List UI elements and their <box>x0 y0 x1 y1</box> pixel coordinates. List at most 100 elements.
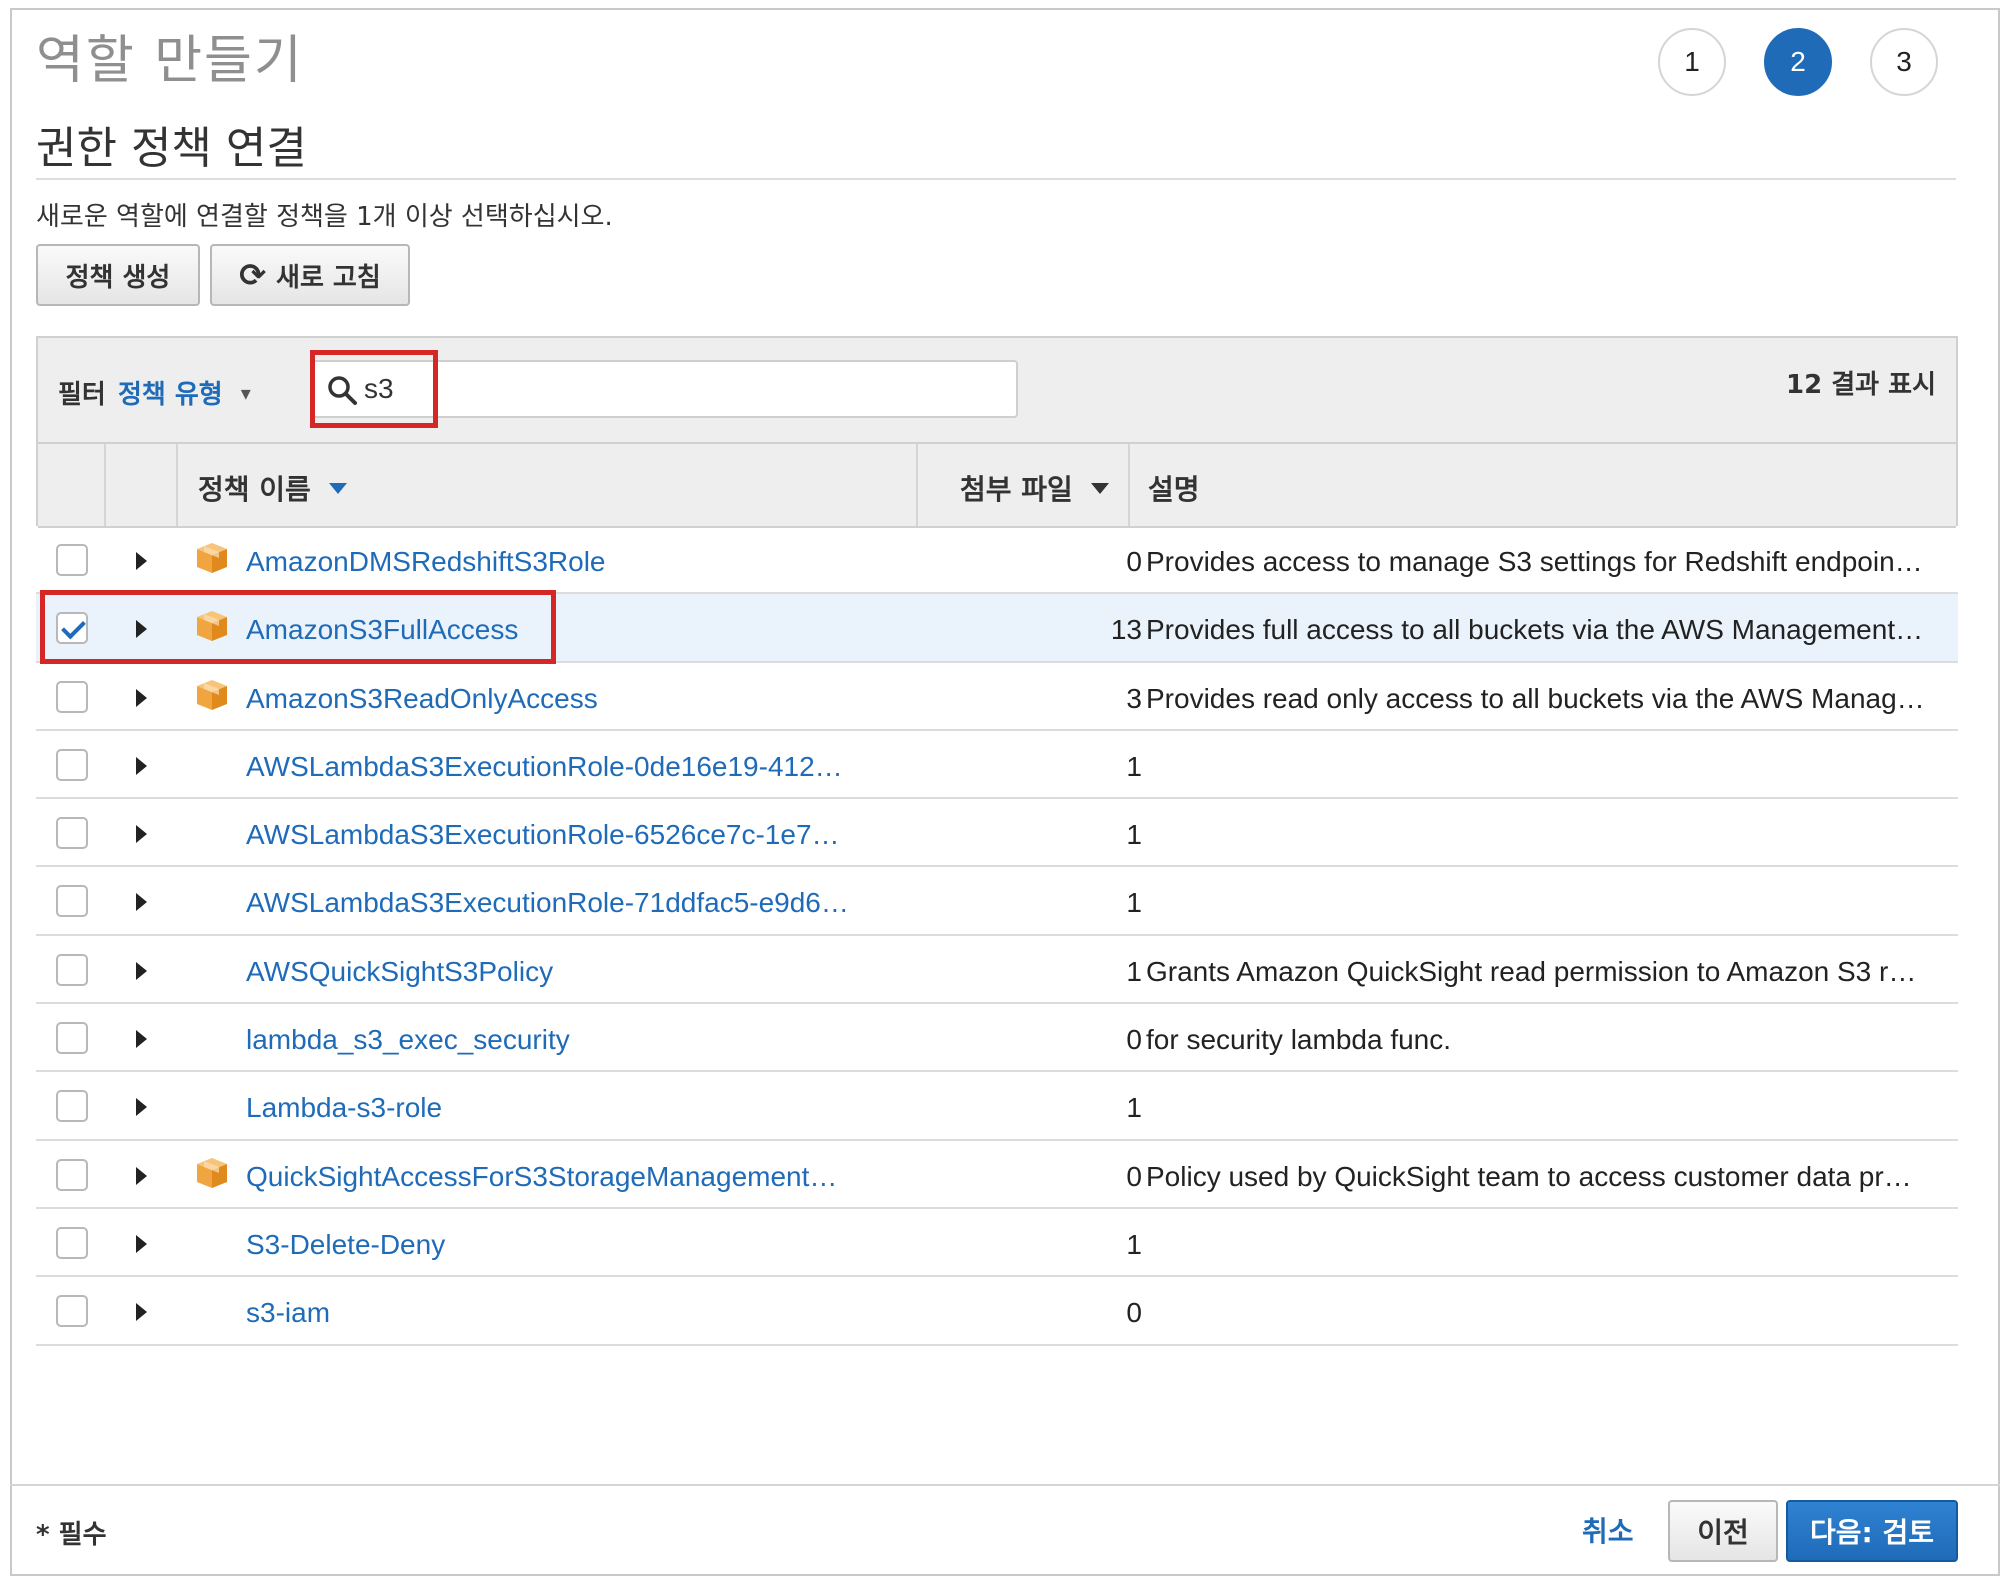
column-divider <box>1128 444 1130 526</box>
table-row[interactable]: Lambda-s3-role 1 <box>36 1072 1958 1141</box>
section-title: 권한 정책 연결 <box>36 123 307 174</box>
cancel-link[interactable]: 취소 <box>1582 1510 1634 1550</box>
table-row[interactable]: AWSLambdaS3ExecutionRole-0de16e19-412… 1 <box>36 731 1958 800</box>
search-input[interactable] <box>364 368 1004 410</box>
row-checkbox[interactable] <box>56 1022 88 1055</box>
attachment-count: 1 <box>1126 819 1142 851</box>
row-checkbox[interactable] <box>56 885 88 918</box>
aws-managed-policy-icon <box>197 1157 227 1188</box>
policy-name-link[interactable]: AWSLambdaS3ExecutionRole-71ddfac5-e9d6… <box>246 887 849 919</box>
table-row[interactable]: AmazonS3ReadOnlyAccess 3 Provides read onl… <box>36 663 1958 731</box>
table-row[interactable]: s3-iam 0 <box>36 1277 1958 1346</box>
row-checkbox[interactable] <box>56 544 88 576</box>
previous-button[interactable]: 이전 <box>1668 1500 1778 1562</box>
attachment-count: 0 <box>1126 1297 1142 1329</box>
filter-bar: 필터 정책 유형 ▾ 12 결과 표시 <box>38 338 1956 444</box>
attachment-count: 0 <box>1126 1024 1142 1056</box>
row-checkbox[interactable] <box>56 1158 88 1191</box>
policy-name-link[interactable]: QuickSightAccessForS3StorageManagement… <box>246 1161 837 1193</box>
policy-name-link[interactable]: s3-iam <box>246 1297 330 1329</box>
expand-row-icon[interactable] <box>136 1234 147 1253</box>
row-checkbox[interactable] <box>56 1090 88 1123</box>
row-checkbox[interactable] <box>56 1295 88 1328</box>
table-row[interactable]: AmazonDMSRedshiftS3Role 0 Provides access … <box>36 526 1958 595</box>
table-row[interactable]: lambda_s3_exec_security 0 for security lam… <box>36 1004 1958 1073</box>
policy-description: Provides read only access to all buckets… <box>1146 682 1925 714</box>
expand-row-icon[interactable] <box>136 1098 147 1117</box>
expand-row-icon[interactable] <box>136 825 147 844</box>
column-header-attachments-label: 첨부 파일 <box>960 473 1073 506</box>
aws-managed-policy-icon <box>197 679 227 710</box>
expand-row-icon[interactable] <box>136 961 147 980</box>
step-3[interactable]: 3 <box>1870 28 1938 96</box>
attachment-count: 1 <box>1126 955 1142 987</box>
policy-name-link[interactable]: Lambda-s3-role <box>246 1092 442 1124</box>
expand-row-icon[interactable] <box>136 1030 147 1049</box>
policy-name-link[interactable]: AmazonS3ReadOnlyAccess <box>246 683 598 715</box>
row-checkbox[interactable] <box>56 953 88 986</box>
sort-down-icon <box>1090 482 1109 494</box>
row-checkbox[interactable] <box>56 1226 88 1259</box>
policy-type-filter-dropdown[interactable]: 정책 유형 ▾ <box>118 374 251 411</box>
row-checkbox[interactable] <box>56 748 88 781</box>
step-2[interactable]: 2 <box>1764 28 1832 96</box>
attachment-count: 0 <box>1126 546 1142 577</box>
attachment-count: 1 <box>1126 887 1142 919</box>
search-highlight-annotation <box>310 350 438 428</box>
policy-description: Provides full access to all buckets via … <box>1146 614 1924 646</box>
column-header-attachments[interactable]: 첨부 파일 <box>960 468 1109 508</box>
table-row[interactable]: S3-Delete-Deny 1 <box>36 1209 1958 1278</box>
table-row[interactable]: AWSLambdaS3ExecutionRole-71ddfac5-e9d6… 1 <box>36 867 1958 936</box>
policy-name-link[interactable]: AWSLambdaS3ExecutionRole-0de16e19-412… <box>246 751 843 783</box>
expand-row-icon[interactable] <box>136 688 147 707</box>
table-row[interactable]: AWSLambdaS3ExecutionRole-6526ce7c-1e7… 1 <box>36 799 1958 868</box>
policy-type-filter-label: 정책 유형 <box>118 380 223 410</box>
section-description: 새로운 역할에 연결할 정책을 1개 이상 선택하십시오. <box>36 202 613 232</box>
refresh-icon: ⟳ <box>239 256 267 294</box>
filter-label: 필터 <box>58 380 106 410</box>
column-divider <box>916 444 918 526</box>
attachment-count: 0 <box>1126 1160 1142 1192</box>
policy-table: 필터 정책 유형 ▾ 12 결과 표시 정책 이름 첨부 파일 설명 <box>36 336 1958 528</box>
refresh-button[interactable]: ⟳ 새로 고침 <box>210 244 410 306</box>
required-note: * 필수 <box>36 1520 107 1550</box>
table-row[interactable]: AWSQuickSightS3Policy 1 Grants Amazon Quic… <box>36 936 1958 1005</box>
selected-row-highlight-annotation <box>40 590 556 664</box>
table-header: 정책 이름 첨부 파일 설명 <box>38 444 1956 528</box>
aws-managed-policy-icon <box>197 543 227 573</box>
policy-name-link[interactable]: lambda_s3_exec_security <box>246 1024 570 1056</box>
footer-divider <box>10 1484 2000 1486</box>
policy-name-link[interactable]: AmazonDMSRedshiftS3Role <box>246 546 606 578</box>
refresh-label: 새로 고침 <box>276 262 381 293</box>
table-row[interactable]: QuickSightAccessForS3StorageManagement… 0… <box>36 1141 1958 1209</box>
expand-row-icon[interactable] <box>136 756 147 775</box>
sort-down-icon <box>328 482 347 494</box>
policy-description: Grants Amazon QuickSight read permission… <box>1146 955 1917 987</box>
step-1[interactable]: 1 <box>1658 28 1726 96</box>
policy-name-link[interactable]: AWSQuickSightS3Policy <box>246 956 553 988</box>
policy-description: Provides access to manage S3 settings fo… <box>1146 546 1923 577</box>
expand-row-icon[interactable] <box>136 1303 147 1322</box>
column-header-policy-name-label: 정책 이름 <box>198 473 311 506</box>
attachment-count: 3 <box>1126 682 1142 714</box>
column-header-policy-name[interactable]: 정책 이름 <box>198 468 347 508</box>
column-divider <box>176 444 178 526</box>
expand-row-icon[interactable] <box>136 1166 147 1185</box>
expand-row-icon[interactable] <box>136 552 147 570</box>
policy-name-link[interactable]: S3-Delete-Deny <box>246 1229 445 1261</box>
attachment-count: 1 <box>1126 1228 1142 1260</box>
policy-name-link[interactable]: AWSLambdaS3ExecutionRole-6526ce7c-1e7… <box>246 819 840 851</box>
next-review-button[interactable]: 다음: 검토 <box>1786 1500 1958 1562</box>
row-checkbox[interactable] <box>56 680 88 713</box>
column-header-description: 설명 <box>1148 473 1200 506</box>
expand-row-icon[interactable] <box>136 893 147 912</box>
step-indicator: 1 2 3 <box>1658 28 1938 96</box>
page-title: 역할 만들기 <box>36 31 304 91</box>
attachment-count: 1 <box>1126 750 1142 782</box>
attachment-count: 1 <box>1126 1092 1142 1124</box>
row-checkbox[interactable] <box>56 817 88 850</box>
create-policy-button[interactable]: 정책 생성 <box>36 244 200 306</box>
chevron-down-icon: ▾ <box>240 380 251 405</box>
column-divider <box>104 444 106 526</box>
policy-description: for security lambda func. <box>1146 1024 1452 1056</box>
